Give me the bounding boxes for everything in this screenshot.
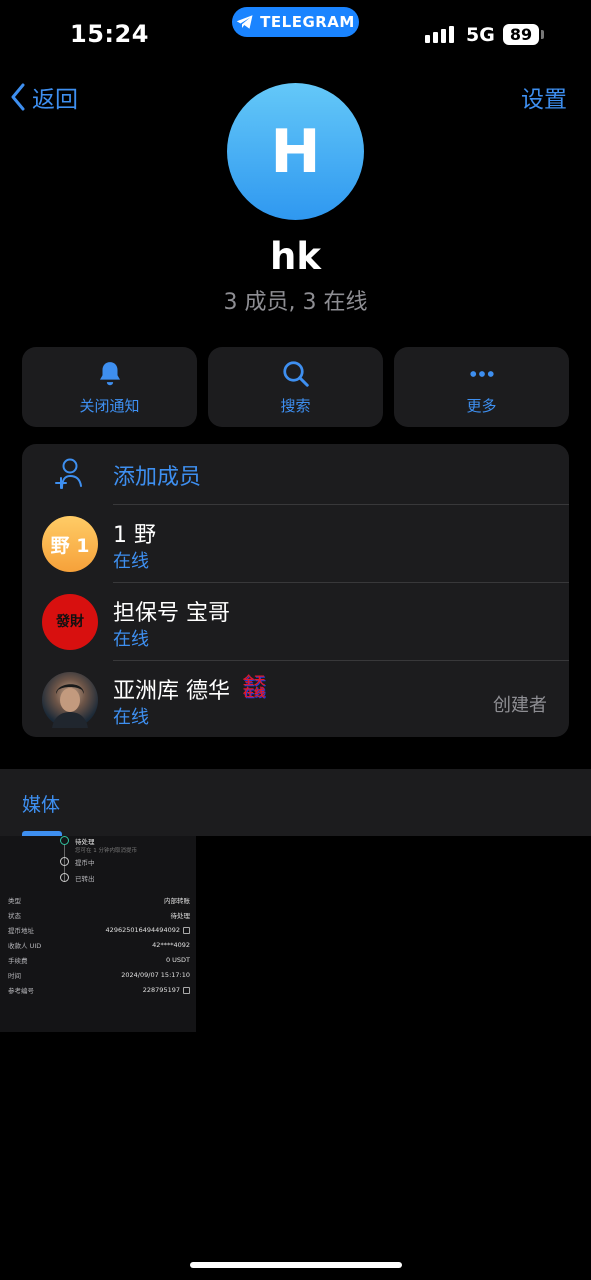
detail-row: 类型 内部转账 [8, 895, 190, 905]
group-subtitle: 3 成员, 3 在线 [223, 290, 368, 315]
group-avatar[interactable]: H [227, 83, 364, 220]
more-icon [469, 370, 494, 377]
detail-row: 提币地址 4296250164944940​92 [8, 925, 190, 935]
detail-value: 42****4092 [152, 941, 190, 949]
status-time: 15:24 [70, 20, 149, 48]
member-status: 在线 [113, 707, 149, 728]
more-button[interactable]: 更多 [394, 347, 569, 427]
detail-row: 时间 2024/09/07 15:17:10 [8, 970, 190, 980]
person-photo-icon [52, 684, 88, 728]
detail-value-wrap: 228795197 [143, 986, 190, 994]
detail-key: 提币地址 [8, 927, 34, 935]
detail-key: 类型 [8, 897, 21, 905]
media-tabs: 媒体 [0, 769, 591, 836]
more-label: 更多 [466, 396, 497, 415]
media-thumbnail[interactable]: 待处理 您可在 1 分钟内取消提币 提币中 已转出 类型 内部转账 状态 待处理 提… [0, 836, 196, 1032]
step-dot [60, 836, 69, 845]
member-name: 担保号 宝哥 [113, 601, 230, 626]
detail-value: 待处理 [170, 912, 191, 920]
detail-key: 参考编号 [8, 987, 34, 995]
timeline-step: 提币中 [60, 857, 95, 867]
detail-key: 收款人 UID [8, 942, 42, 950]
detail-value: 0 USDT [165, 956, 190, 964]
add-member-row[interactable]: 添加成员 [22, 444, 569, 504]
search-button[interactable]: 搜索 [208, 347, 383, 427]
online-badge: 全天在线 [243, 674, 265, 699]
copy-icon [183, 986, 190, 994]
creator-role: 创建者 [493, 695, 547, 716]
search-label: 搜索 [280, 396, 311, 415]
network-type: 5G [466, 24, 495, 46]
group-name: hk [270, 235, 321, 278]
step-title: 待处理 [75, 838, 95, 846]
detail-row: 状态 待处理 [8, 910, 190, 920]
search-icon [282, 360, 309, 387]
step-dot [60, 873, 69, 882]
detail-key: 时间 [8, 972, 21, 980]
battery-cap [541, 30, 544, 39]
copy-icon [183, 926, 190, 934]
member-row[interactable]: 發財 担保号 宝哥 在线 [22, 583, 569, 660]
detail-row: 参考编号 228795197 [8, 985, 190, 995]
detail-value: 228795197 [142, 986, 180, 994]
telegram-icon [236, 15, 253, 29]
step-dot [60, 857, 69, 866]
step-sub: 您可在 1 分钟内取消提币 [75, 848, 137, 854]
signal-icon [425, 26, 454, 43]
telegram-pill[interactable]: TELEGRAM [232, 7, 359, 37]
member-row[interactable]: 野 1 1 野 在线 [22, 505, 569, 582]
settings-button[interactable]: 设置 [521, 80, 567, 114]
member-status: 在线 [113, 551, 149, 572]
back-button[interactable]: 返回 [10, 80, 78, 114]
member-name: 亚洲库 德华 [113, 679, 230, 704]
detail-row: 收款人 UID 42****4092 [8, 940, 190, 950]
detail-value: 内部转账 [164, 897, 190, 905]
member-status: 在线 [113, 629, 149, 650]
step-title: 已转出 [75, 875, 95, 883]
back-label: 返回 [32, 87, 78, 113]
telegram-pill-label: TELEGRAM [260, 13, 355, 31]
step-title: 提币中 [75, 859, 95, 867]
detail-key: 状态 [8, 912, 21, 920]
add-member-label: 添加成员 [113, 465, 202, 490]
battery-icon: 89 [503, 24, 539, 45]
detail-value-wrap: 4296250164944940​92 [106, 926, 190, 934]
avatar [42, 672, 98, 728]
detail-value: 2024/09/07 15:17:10 [121, 971, 190, 979]
chevron-left-icon [11, 83, 25, 111]
add-person-icon [55, 458, 82, 489]
avatar: 野 1 [42, 516, 98, 572]
bell-icon [99, 361, 120, 385]
timeline-step: 已转出 [60, 873, 95, 883]
mute-notifications-button[interactable]: 关闭通知 [22, 347, 197, 427]
member-row[interactable]: 亚洲库 德华 全天在线 在线 创建者 [22, 661, 569, 737]
tab-media[interactable]: 媒体 [22, 790, 60, 817]
detail-value: 4296250164944940​92 [105, 926, 180, 934]
members-card: 添加成员 野 1 1 野 在线 發財 担保号 宝哥 在线 亚洲库 德华 全天在线… [22, 444, 569, 737]
member-name: 1 野 [113, 523, 156, 548]
home-indicator[interactable] [190, 1262, 402, 1268]
mute-notifications-label: 关闭通知 [79, 396, 140, 415]
detail-row: 手续费 0 USDT [8, 955, 190, 965]
timeline-step: 待处理 您可在 1 分钟内取消提币 [60, 836, 137, 854]
detail-key: 手续费 [8, 957, 28, 965]
avatar: 發財 [42, 594, 98, 650]
